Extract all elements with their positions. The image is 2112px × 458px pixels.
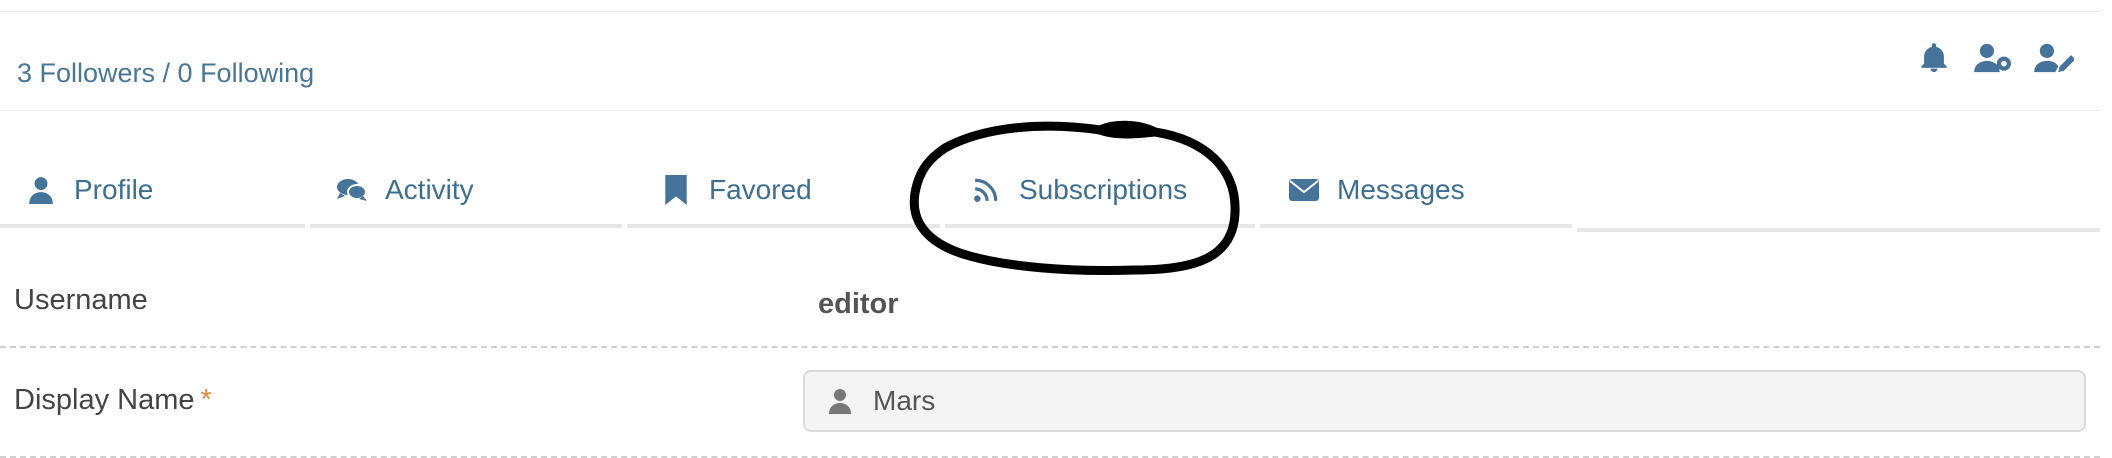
tab-label: Messages [1337, 174, 1465, 205]
profile-tabs: Profile Activity Favored Subscriptions M… [0, 156, 2100, 232]
username-value: editor [818, 288, 899, 320]
tab-bar-filler [1577, 156, 2100, 232]
header-divider [0, 110, 2100, 111]
tab-messages[interactable]: Messages [1260, 156, 1572, 228]
field-row-username: Username editor [0, 232, 2100, 348]
user-icon [26, 175, 56, 205]
rss-icon [971, 175, 1001, 205]
profile-actions [1914, 38, 2074, 78]
bell-icon[interactable] [1914, 38, 1954, 78]
display-name-input[interactable] [873, 385, 1973, 417]
required-marker: * [200, 384, 212, 416]
followers-following-link[interactable]: 3 Followers / 0 Following [17, 56, 314, 90]
tab-favored[interactable]: Favored [627, 156, 940, 228]
user-icon [825, 386, 855, 416]
tab-activity[interactable]: Activity [310, 156, 622, 228]
tab-profile[interactable]: Profile [0, 156, 305, 228]
user-edit-icon[interactable] [2034, 38, 2074, 78]
envelope-icon [1289, 175, 1319, 205]
user-gear-icon[interactable] [1974, 38, 2014, 78]
tab-subscriptions[interactable]: Subscriptions [945, 156, 1255, 228]
field-row-display-name: Display Name * [0, 348, 2100, 458]
tab-label: Profile [74, 174, 154, 205]
tab-label: Activity [385, 174, 474, 205]
tab-label: Subscriptions [1019, 174, 1188, 205]
tab-label: Favored [709, 174, 812, 205]
display-name-label-text: Display Name [14, 384, 195, 416]
comments-icon [337, 175, 367, 205]
display-name-field[interactable] [803, 370, 2086, 432]
display-name-label: Display Name * [14, 384, 212, 417]
bookmark-icon [661, 175, 691, 205]
username-label: Username [14, 284, 148, 316]
follow-bar: 3 Followers / 0 Following [0, 12, 2100, 110]
